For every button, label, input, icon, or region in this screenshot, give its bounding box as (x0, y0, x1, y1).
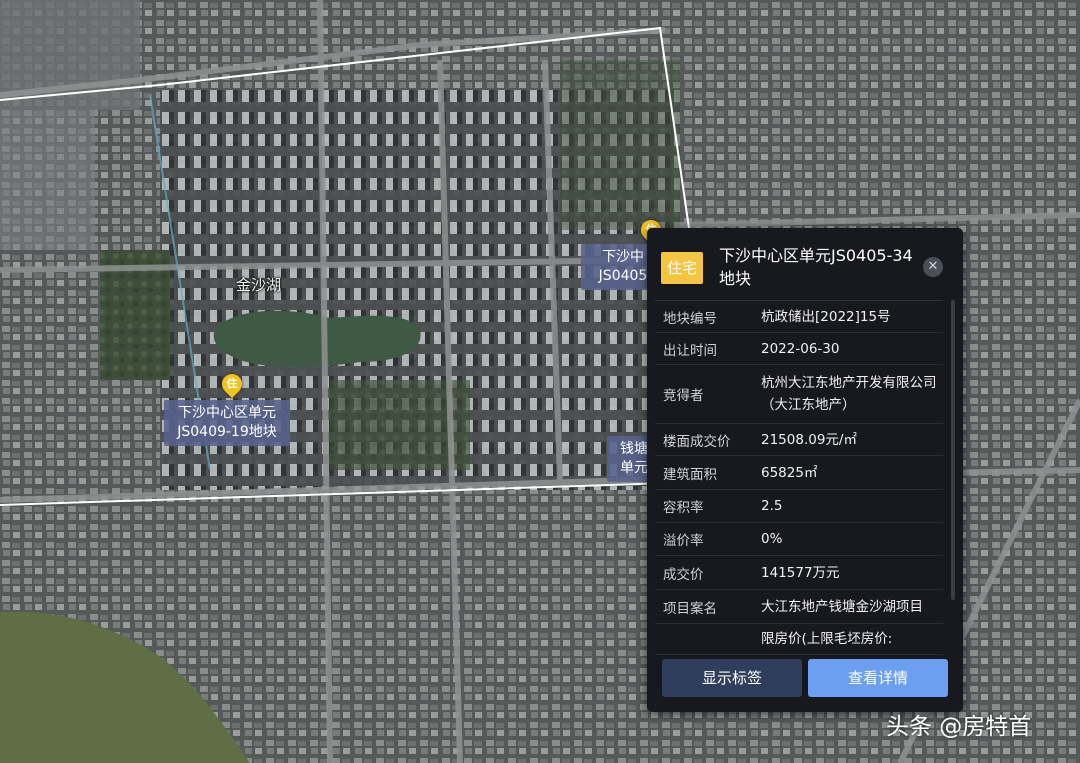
parcel-title: 下沙中心区单元JS0405-34地块 (719, 246, 913, 288)
parcel-label-line: JS0405 (598, 268, 648, 284)
detail-row: 项目案名 大江东地产钱塘金沙湖项目 (655, 590, 943, 624)
detail-key: 项目案名 (663, 600, 717, 617)
detail-row: 出让时间 2022-06-30 (655, 333, 943, 365)
parcel-label-line: 钱塘 (620, 441, 648, 457)
parcel-marker-pin[interactable]: 住 (217, 369, 247, 399)
detail-value: 21508.09元/㎡ (761, 431, 857, 448)
panel-header: 住宅 下沙中心区单元JS0405-34地块 ✕ (647, 228, 963, 298)
detail-key: 建筑面积 (663, 466, 717, 483)
detail-row: 成交价 141577万元 (655, 556, 943, 590)
parcel-label-line: JS0409-19地块 (177, 424, 277, 440)
parcel-label-line: 单元 (620, 460, 648, 476)
parcel-info-panel: 住宅 下沙中心区单元JS0405-34地块 ✕ 地块编号 杭政储出[2022]1… (647, 228, 963, 712)
detail-value: 141577万元 (761, 564, 840, 581)
detail-row: 楼面成交价 21508.09元/㎡ (655, 424, 943, 456)
detail-key: 出让时间 (663, 342, 717, 359)
marker-type-text: 住 (226, 377, 238, 390)
watermark-text: 头条 @房特首 (886, 714, 1032, 740)
detail-row: 溢价率 0% (655, 523, 943, 556)
detail-value: 杭州大江东地产开发有限公司（大江东地产） (761, 375, 937, 413)
detail-value: 0% (761, 531, 783, 547)
detail-value: 大江东地产钱塘金沙湖项目 (761, 598, 923, 615)
detail-row: 地块编号 杭政储出[2022]15号 (655, 301, 943, 333)
detail-value: 2.5 (761, 498, 783, 514)
detail-value: 限房价(上限毛坯房价: (761, 631, 893, 647)
panel-actions: 显示标签 查看详情 (662, 659, 948, 697)
detail-row: 建筑面积 65825㎡ (655, 456, 943, 490)
detail-key: 容积率 (663, 500, 704, 516)
detail-value: 65825㎡ (761, 464, 818, 481)
detail-row: 容积率 2.5 (655, 490, 943, 523)
detail-key: 竞得者 (663, 388, 704, 404)
parcel-label-js0409[interactable]: 下沙中心区单元 JS0409-19地块 (164, 400, 290, 446)
show-labels-button[interactable]: 显示标签 (662, 659, 802, 697)
parcel-label-line: 下沙中心区单元 (178, 405, 276, 421)
detail-value: 2022-06-30 (761, 340, 840, 357)
view-details-button[interactable]: 查看详情 (808, 659, 948, 697)
lake-label: 金沙湖 (236, 276, 282, 294)
detail-row: 限房价(上限毛坯房价: (655, 624, 943, 655)
panel-scrollbar[interactable] (951, 300, 955, 600)
land-use-badge: 住宅 (661, 252, 703, 284)
detail-row: 竞得者 杭州大江东地产开发有限公司（大江东地产） (655, 365, 943, 424)
close-icon[interactable]: ✕ (923, 257, 943, 277)
detail-key: 地块编号 (663, 310, 717, 327)
detail-key: 成交价 (663, 566, 704, 583)
detail-key: 楼面成交价 (663, 433, 731, 450)
detail-key (655, 624, 761, 654)
parcel-detail-list: 地块编号 杭政储出[2022]15号 出让时间 2022-06-30 竞得者 杭… (655, 300, 943, 657)
detail-value: 杭政储出[2022]15号 (761, 308, 891, 325)
detail-key: 溢价率 (663, 533, 704, 549)
parcel-label-line: 下沙中 (602, 249, 644, 265)
